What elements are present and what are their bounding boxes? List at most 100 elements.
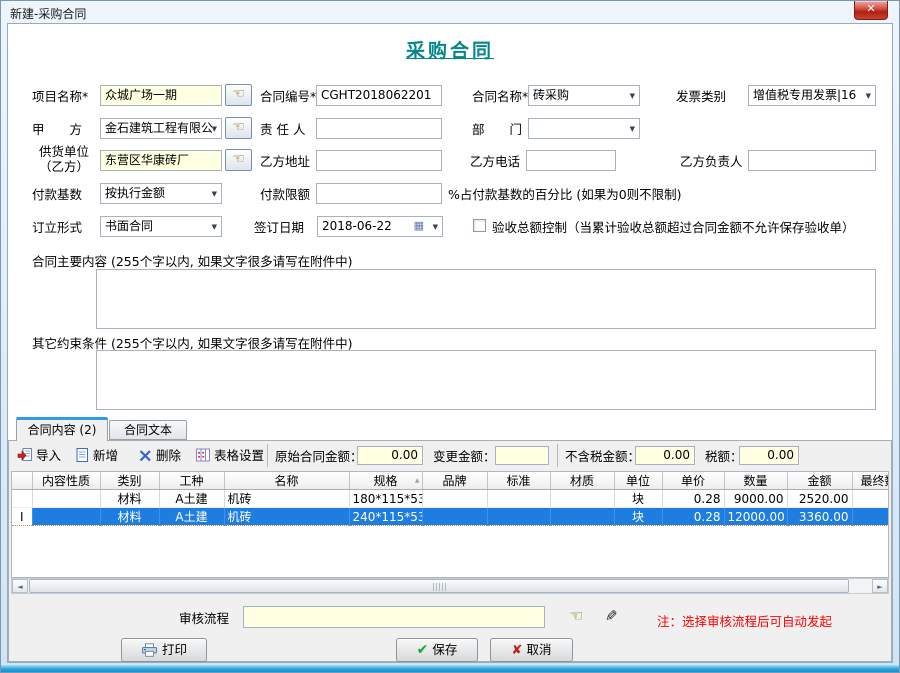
cell[interactable] — [422, 508, 487, 526]
window-title: 新建-采购合同 — [10, 5, 86, 22]
cell[interactable] — [852, 490, 889, 508]
print-button[interactable]: 打印 — [121, 638, 207, 662]
sign-date-input[interactable]: 2018-06-22▦▼ — [317, 216, 443, 237]
cell[interactable] — [32, 490, 100, 508]
cell[interactable]: A土建 — [159, 490, 224, 508]
accept-total-checkbox[interactable] — [473, 219, 486, 232]
import-icon — [17, 447, 33, 463]
cell[interactable]: 材料 — [100, 490, 159, 508]
cell[interactable]: 机砖 — [224, 490, 349, 508]
tab-contract-content[interactable]: 合同内容 (2) — [16, 417, 108, 441]
party-b-address-input[interactable] — [316, 150, 442, 171]
review-flow-input[interactable] — [243, 606, 545, 628]
other-terms-textarea[interactable] — [96, 350, 876, 410]
review-flow-label: 审核流程 — [179, 611, 229, 626]
chevron-down-icon: ▼ — [630, 125, 635, 133]
department-select[interactable]: ▼ — [528, 118, 640, 139]
col-header[interactable]: 规格▲ — [349, 472, 422, 490]
tax-field[interactable]: 0.00 — [739, 446, 799, 465]
horizontal-scrollbar[interactable]: ◄ ► — [11, 578, 889, 594]
party-a-lookup-button[interactable]: ☜ — [225, 117, 252, 139]
orig-amount-field[interactable]: 0.00 — [357, 446, 423, 465]
sign-date-value: 2018-06-22 — [322, 219, 392, 233]
delete-row-button[interactable]: 删除 — [138, 446, 181, 466]
cell[interactable]: 3360.00 — [787, 508, 852, 526]
cell[interactable] — [550, 508, 614, 526]
cell[interactable]: 12000.00 — [724, 508, 787, 526]
save-button[interactable]: ✔保存 — [396, 638, 478, 662]
col-header[interactable]: 单位 — [614, 472, 662, 490]
invoice-type-select[interactable]: 增值税专用发票|16▼ — [748, 85, 876, 106]
hand-lookup-icon[interactable]: ☜ — [569, 606, 583, 626]
main-content-textarea[interactable] — [96, 269, 876, 329]
add-row-button[interactable]: 新增 — [75, 446, 118, 466]
col-header[interactable]: 类别 — [100, 472, 159, 490]
cell[interactable]: 机砖 — [224, 508, 349, 526]
project-input[interactable]: 众城广场一期 — [100, 85, 222, 106]
change-amount-field[interactable] — [495, 446, 549, 465]
col-header[interactable]: 名称 — [224, 472, 349, 490]
cell[interactable]: 2520.00 — [787, 490, 852, 508]
pay-limit-input[interactable] — [316, 183, 442, 204]
cell[interactable] — [32, 508, 100, 526]
supplier-lookup-button[interactable]: ☜ — [225, 149, 252, 171]
col-header[interactable]: 单价 — [662, 472, 724, 490]
table-settings-icon — [195, 447, 211, 463]
cell[interactable] — [422, 490, 487, 508]
col-header[interactable]: 材质 — [550, 472, 614, 490]
party-b-head-input[interactable] — [748, 150, 876, 171]
col-header[interactable]: 最终数量 — [852, 472, 889, 490]
cell[interactable] — [487, 508, 550, 526]
col-header[interactable]: 品牌 — [422, 472, 487, 490]
tax-label: 税额： — [705, 449, 743, 464]
party-a-select[interactable]: 金石建筑工程有限公▼ — [100, 118, 222, 139]
cell[interactable]: 180*115*53 — [349, 490, 422, 508]
pay-base-select[interactable]: 按执行金额▼ — [100, 183, 222, 204]
chevron-down-icon: ▼ — [212, 223, 217, 231]
scroll-right-arrow[interactable]: ► — [872, 579, 888, 593]
cell[interactable]: 0.28 — [662, 508, 724, 526]
cancel-button[interactable]: ✘取消 — [490, 638, 573, 662]
project-lookup-button[interactable]: ☜ — [225, 84, 252, 106]
cell[interactable]: 0.28 — [662, 490, 724, 508]
titlebar[interactable]: 新建-采购合同 ✕ — [1, 1, 899, 23]
hand-lookup-icon: ☜ — [232, 151, 245, 167]
row-selector-cell[interactable]: I — [12, 508, 32, 526]
col-header[interactable]: 金额 — [787, 472, 852, 490]
party-b-phone-input[interactable] — [526, 150, 616, 171]
change-amount-label: 变更金额： — [433, 449, 496, 464]
col-header[interactable]: 内容性质 — [32, 472, 100, 490]
sign-form-select[interactable]: 书面合同▼ — [100, 216, 222, 237]
pencil-icon[interactable]: ✎ — [605, 606, 618, 626]
cell[interactable]: 材料 — [100, 508, 159, 526]
col-header[interactable]: 工种 — [159, 472, 224, 490]
calendar-icon: ▦ — [414, 222, 424, 230]
excl-tax-field[interactable]: 0.00 — [635, 446, 695, 465]
grid-settings-button[interactable]: 表格设置 — [195, 446, 264, 466]
col-header[interactable]: 数量 — [724, 472, 787, 490]
contract-name-select[interactable]: 砖采购▼ — [528, 85, 640, 106]
cell[interactable] — [852, 508, 889, 526]
tab-contract-text[interactable]: 合同文本 — [109, 420, 187, 440]
cell[interactable]: 9000.00 — [724, 490, 787, 508]
responsible-input[interactable] — [316, 118, 442, 139]
scroll-left-arrow[interactable]: ◄ — [12, 579, 28, 593]
cell[interactable]: 块 — [614, 490, 662, 508]
supplier-input[interactable]: 东营区华康砖厂 — [100, 150, 222, 171]
accept-total-label: 验收总额控制（当累计验收总额超过合同金额不允许保存验收单） — [492, 220, 855, 235]
table-row[interactable]: 材料 A土建 机砖 180*115*53 块 0.28 9000.00 2520… — [12, 490, 889, 508]
cell[interactable]: 240*115*53 — [349, 508, 422, 526]
close-button[interactable]: ✕ — [854, 1, 888, 20]
table-row-selected[interactable]: I 材料 A土建 机砖 240*115*53 块 0.28 12000.00 3… — [12, 508, 889, 526]
cell[interactable] — [550, 490, 614, 508]
cell[interactable]: A土建 — [159, 508, 224, 526]
cell[interactable] — [487, 490, 550, 508]
review-flow-note: 注：选择审核流程后可自动发起 — [657, 611, 832, 630]
import-button[interactable]: 导入 — [17, 446, 61, 466]
col-header[interactable]: 标准 — [487, 472, 550, 490]
row-selector-header[interactable] — [12, 472, 32, 490]
contract-no-input[interactable]: CGHT2018062201 — [316, 85, 442, 106]
scrollbar-thumb[interactable] — [29, 579, 849, 593]
row-selector-cell[interactable] — [12, 490, 32, 508]
cell[interactable]: 块 — [614, 508, 662, 526]
